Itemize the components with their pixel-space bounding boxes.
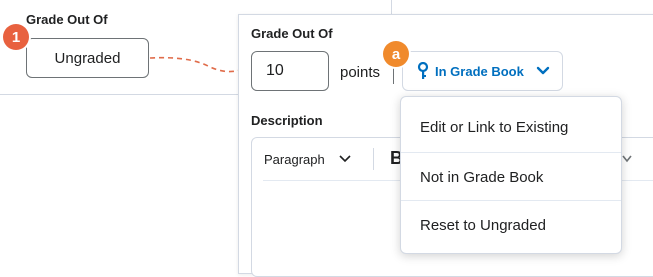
in-grade-book-label: In Grade Book: [435, 63, 524, 79]
format-select-value: Paragraph: [264, 151, 325, 167]
grade-pin-icon: [417, 62, 429, 80]
menu-item-edit-or-link[interactable]: Edit or Link to Existing: [401, 103, 621, 152]
chevron-down-icon: [536, 66, 550, 76]
ungraded-field[interactable]: Ungraded: [26, 38, 149, 78]
transition-arrow: [149, 56, 248, 73]
toolbar-separator: [373, 148, 374, 170]
points-unit-label: points: [340, 64, 381, 81]
format-select[interactable]: Paragraph: [264, 147, 351, 171]
chevron-down-icon: [339, 155, 351, 163]
description-label: Description: [251, 113, 323, 128]
menu-item-reset-to-ungraded[interactable]: Reset to Ungraded: [401, 200, 621, 249]
menu-item-not-in-grade-book[interactable]: Not in Grade Book: [401, 152, 621, 201]
grade-book-dropdown-menu: Edit or Link to Existing Not in Grade Bo…: [400, 96, 622, 254]
grade-out-of-label-after: Grade Out Of: [251, 26, 333, 41]
in-grade-book-button[interactable]: In Grade Book: [402, 51, 563, 91]
separator: [393, 64, 394, 84]
grade-out-of-label-before: Grade Out Of: [26, 12, 108, 27]
points-input[interactable]: 10: [251, 51, 329, 91]
step-badge-1: 1: [3, 24, 29, 50]
step-badge-a: a: [383, 41, 409, 67]
chevron-down-icon[interactable]: [622, 155, 632, 163]
